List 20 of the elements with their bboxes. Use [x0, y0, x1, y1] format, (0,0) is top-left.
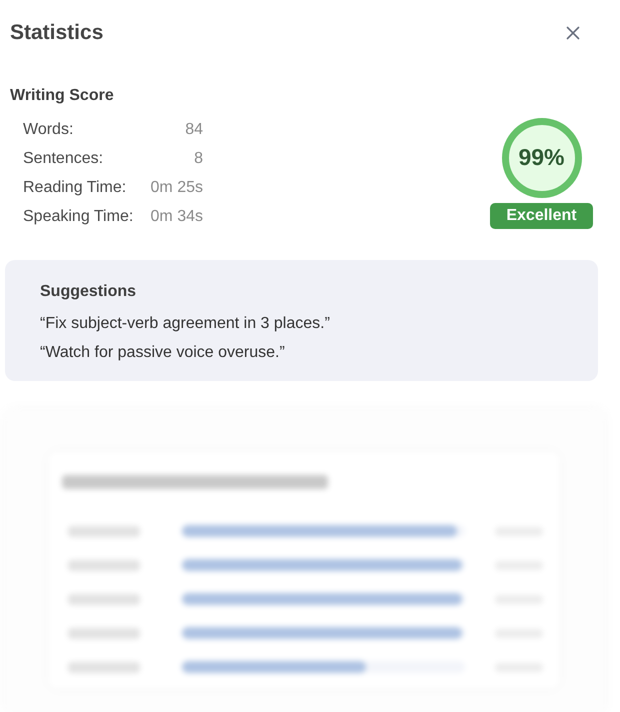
rating-badge: Excellent: [490, 202, 593, 228]
blurred-label: [68, 594, 140, 604]
suggestions-heading: Suggestions: [40, 282, 136, 302]
stat-label: Words:: [23, 120, 74, 140]
stat-value: 8: [194, 148, 203, 168]
blurred-label: [68, 526, 140, 536]
score-value: 99%: [518, 143, 565, 172]
stat-value: 0m 34s: [150, 206, 203, 226]
blurred-label: [68, 628, 140, 638]
stat-value: 0m 25s: [150, 178, 203, 198]
stat-label: Reading Time:: [23, 178, 126, 198]
blurred-label: [68, 662, 140, 672]
blurred-label: [68, 560, 140, 570]
stat-label: Sentences:: [23, 148, 104, 168]
panel-title: Statistics: [10, 20, 104, 46]
section-heading: Writing Score: [10, 86, 114, 106]
suggestion-text: “Fix subject-verb agreement in 3 places.”: [40, 314, 330, 334]
stat-value: 84: [185, 120, 203, 140]
suggestion-text: “Watch for passive voice overuse.”: [40, 343, 285, 363]
stat-label: Speaking Time:: [23, 206, 134, 226]
